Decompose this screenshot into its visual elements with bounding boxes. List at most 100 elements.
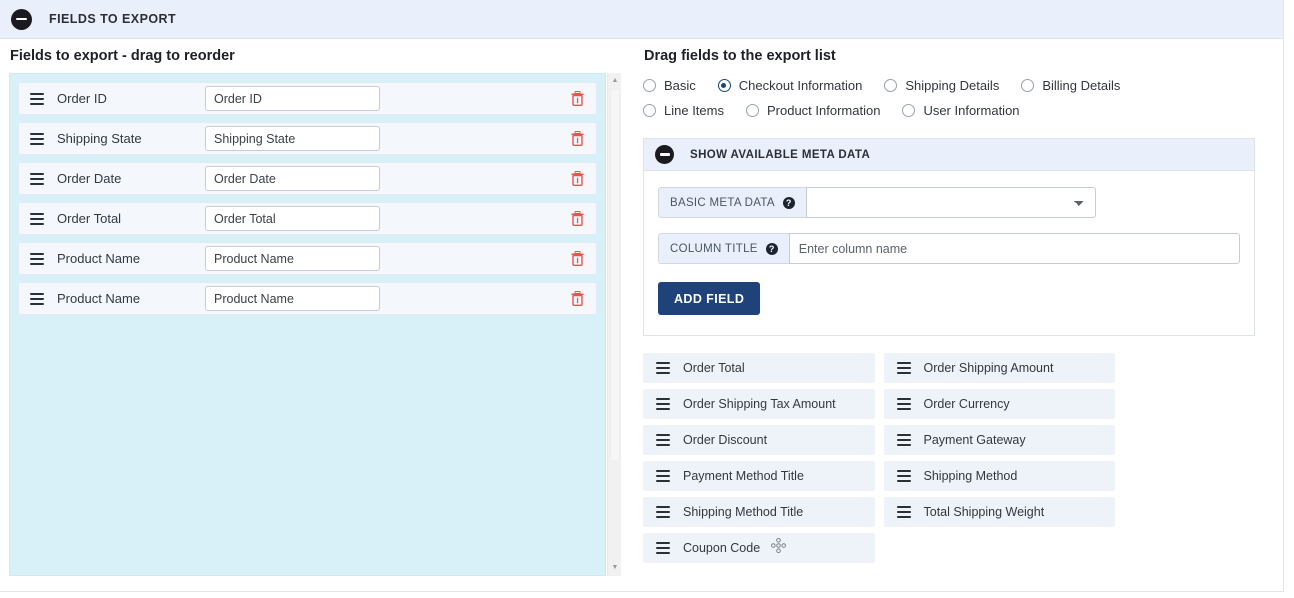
column-title-label: COLUMN TITLE ?: [658, 233, 789, 264]
export-field-label: Order ID: [57, 91, 205, 106]
chevron-down-icon[interactable]: ▼: [611, 564, 619, 572]
radio-label: Basic: [664, 78, 696, 93]
drag-handle-icon[interactable]: [30, 173, 44, 185]
export-field-row[interactable]: Shipping State: [18, 122, 597, 155]
drag-handle-icon[interactable]: [897, 362, 911, 374]
radio-basic[interactable]: Basic: [643, 78, 696, 93]
basic-meta-data-group: BASIC META DATA ?: [658, 187, 1240, 218]
meta-data-header[interactable]: SHOW AVAILABLE META DATA: [644, 139, 1254, 171]
available-field-chip[interactable]: Payment Method Title: [643, 461, 875, 491]
available-field-label: Coupon Code: [683, 541, 760, 555]
drag-handle-icon[interactable]: [30, 253, 44, 265]
trash-icon[interactable]: [567, 248, 587, 270]
export-field-column-input[interactable]: [205, 246, 380, 271]
right-column-title: Drag fields to the export list: [644, 48, 1268, 64]
export-field-column-input[interactable]: [205, 86, 380, 111]
drag-handle-icon[interactable]: [656, 506, 670, 518]
drag-handle-icon[interactable]: [30, 93, 44, 105]
available-field-chip[interactable]: Order Shipping Tax Amount: [643, 389, 875, 419]
radio-button-icon[interactable]: [884, 79, 897, 92]
available-field-chip[interactable]: Shipping Method Title: [643, 497, 875, 527]
export-field-column-input[interactable]: [205, 206, 380, 231]
export-field-label: Order Total: [57, 211, 205, 226]
radio-line-items[interactable]: Line Items: [643, 103, 724, 118]
radio-billing-details[interactable]: Billing Details: [1021, 78, 1120, 93]
drag-handle-icon[interactable]: [656, 398, 670, 410]
export-fields-dropzone[interactable]: Order ID Shipping State Order Date Order To…: [9, 73, 606, 576]
export-field-column-input[interactable]: [205, 166, 380, 191]
minus-circle-icon[interactable]: [11, 9, 32, 30]
available-field-chip[interactable]: Order Total: [643, 353, 875, 383]
export-field-row[interactable]: Product Name: [18, 282, 597, 315]
drag-handle-icon[interactable]: [897, 506, 911, 518]
available-field-label: Order Currency: [924, 397, 1010, 411]
available-field-label: Payment Gateway: [924, 433, 1026, 447]
radio-label: Line Items: [664, 103, 724, 118]
move-cursor-icon: [771, 538, 786, 558]
export-field-row[interactable]: Product Name: [18, 242, 597, 275]
radio-button-icon[interactable]: [643, 104, 656, 117]
export-field-row[interactable]: Order Total: [18, 202, 597, 235]
radio-user-information[interactable]: User Information: [902, 103, 1019, 118]
drag-handle-icon[interactable]: [897, 434, 911, 446]
drag-handle-icon[interactable]: [897, 398, 911, 410]
question-mark-icon[interactable]: ?: [783, 197, 795, 209]
radio-product-information[interactable]: Product Information: [746, 103, 880, 118]
available-field-chip[interactable]: Order Shipping Amount: [884, 353, 1116, 383]
export-field-column-input[interactable]: [205, 126, 380, 151]
available-field-chip[interactable]: Total Shipping Weight: [884, 497, 1116, 527]
drag-handle-icon[interactable]: [656, 542, 670, 554]
available-field-chip[interactable]: Order Currency: [884, 389, 1116, 419]
drag-handle-icon[interactable]: [30, 133, 44, 145]
drag-handle-icon[interactable]: [656, 362, 670, 374]
radio-button-icon[interactable]: [746, 104, 759, 117]
available-field-label: Order Shipping Amount: [924, 361, 1054, 375]
trash-icon[interactable]: [567, 168, 587, 190]
question-mark-icon[interactable]: ?: [766, 243, 778, 255]
trash-icon[interactable]: [567, 88, 587, 110]
drag-handle-icon[interactable]: [656, 434, 670, 446]
available-field-chip[interactable]: Order Discount: [643, 425, 875, 455]
scrollbar-thumb[interactable]: [610, 89, 620, 461]
trash-icon[interactable]: [567, 208, 587, 230]
column-title-group: COLUMN TITLE ?: [658, 233, 1240, 264]
radio-button-icon[interactable]: [718, 79, 731, 92]
radio-shipping-details[interactable]: Shipping Details: [884, 78, 999, 93]
drag-handle-icon[interactable]: [30, 293, 44, 305]
radio-checkout-information[interactable]: Checkout Information: [718, 78, 863, 93]
trash-icon[interactable]: [567, 128, 587, 150]
meta-data-title: SHOW AVAILABLE META DATA: [690, 149, 870, 161]
available-field-label: Total Shipping Weight: [924, 505, 1045, 519]
panel-title: FIELDS TO EXPORT: [49, 12, 176, 26]
basic-meta-data-select[interactable]: [806, 187, 1096, 218]
radio-button-icon[interactable]: [643, 79, 656, 92]
available-field-chip[interactable]: Coupon Code: [643, 533, 875, 563]
minus-circle-icon[interactable]: [655, 145, 674, 164]
trash-icon[interactable]: [567, 288, 587, 310]
drag-handle-icon[interactable]: [656, 470, 670, 482]
export-field-column-input[interactable]: [205, 286, 380, 311]
column-title-input[interactable]: [789, 233, 1240, 264]
panel-header[interactable]: FIELDS TO EXPORT: [0, 0, 1283, 39]
export-field-row[interactable]: Order Date: [18, 162, 597, 195]
radio-label: Checkout Information: [739, 78, 863, 93]
available-field-chip[interactable]: Payment Gateway: [884, 425, 1116, 455]
drag-handle-icon[interactable]: [897, 470, 911, 482]
export-field-label: Order Date: [57, 171, 205, 186]
basic-meta-data-label: BASIC META DATA ?: [658, 187, 806, 218]
meta-data-card: SHOW AVAILABLE META DATA BASIC META DATA…: [643, 138, 1255, 336]
radio-button-icon[interactable]: [1021, 79, 1034, 92]
radio-label: Shipping Details: [905, 78, 999, 93]
available-field-label: Order Total: [683, 361, 745, 375]
available-field-chip[interactable]: Shipping Method: [884, 461, 1116, 491]
export-fields-column: Fields to export - drag to reorder Order…: [9, 48, 631, 576]
export-field-row[interactable]: Order ID: [18, 82, 597, 115]
dropzone-scrollbar[interactable]: ▲ ▼: [607, 73, 621, 576]
add-field-button[interactable]: ADD FIELD: [658, 282, 760, 315]
drag-handle-icon[interactable]: [30, 213, 44, 225]
available-fields-column: Drag fields to the export list Basic Chec…: [643, 48, 1268, 563]
available-field-label: Shipping Method: [924, 469, 1018, 483]
chevron-up-icon[interactable]: ▲: [611, 77, 619, 85]
radio-button-icon[interactable]: [902, 104, 915, 117]
basic-meta-data-label-text: BASIC META DATA: [670, 197, 775, 209]
